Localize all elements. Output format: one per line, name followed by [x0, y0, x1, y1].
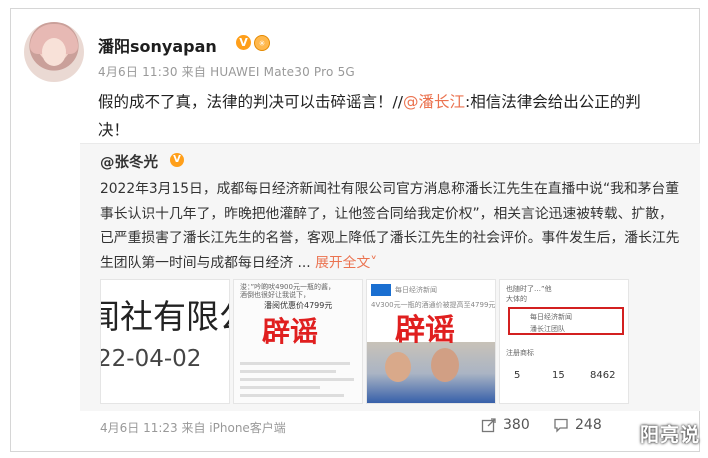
comment-button[interactable]: 248 — [553, 417, 602, 433]
image-thumbnail[interactable]: 每日经济新闻 4V300元一瓶的酒通价被提高至4799元】 辟谣 — [366, 279, 496, 404]
comment-icon — [554, 418, 568, 433]
repost-body: 2022年3月15日，成都每日经济新闻社有限公司官方消息称潘长江先生在直播中说“… — [100, 181, 680, 271]
debunk-stamp: 辟谣 — [262, 315, 319, 348]
user-avatar[interactable] — [24, 22, 84, 82]
thumbnail-caption: 每日经济新闻 — [395, 286, 437, 294]
mention-link[interactable]: @潘长江 — [403, 93, 465, 111]
image-thumbnail[interactable]: 也随时了…”他 大体的 每日经济新闻 潘长江团队 注册商标 5 15 8462 — [499, 279, 629, 404]
avatar-face — [42, 38, 66, 66]
expand-full-text-link[interactable]: 展开全文˅ — [315, 255, 377, 271]
text-line — [240, 378, 354, 381]
thumbnail-date: 22-04-02 — [100, 346, 202, 372]
expand-label: 展开全文 — [315, 254, 371, 271]
verified-icon: V — [236, 35, 251, 50]
reposted-content: @张冬光 V 2022年3月15日，成都每日经济新闻社有限公司官方消息称潘长江先… — [80, 143, 700, 411]
post-text-tail: :相信法律会给出公正的判 — [464, 93, 641, 111]
post-content: 假的成不了真，法律的判决可以击碎谣言！//@潘长江:相信法律会给出公正的判 决！ — [98, 88, 693, 144]
verified-icon: V — [170, 153, 184, 167]
person-figure — [431, 348, 459, 382]
thumbnail-caption: 注册商标 — [506, 349, 534, 357]
repost-text: 2022年3月15日，成都每日经济新闻社有限公司官方消息称潘长江先生在直播中说“… — [100, 177, 686, 275]
thumbnail-number: 15 — [552, 370, 565, 381]
repost-button[interactable]: 380 — [481, 417, 530, 433]
text-line — [240, 370, 336, 373]
comment-count: 248 — [575, 417, 602, 433]
text-line — [240, 362, 350, 365]
chevron-down-icon: ˅ — [370, 254, 378, 271]
thumbnail-caption: 每日经济新闻 — [530, 313, 572, 321]
debunk-stamp: 辟谣 — [395, 313, 455, 348]
post-meta: 4月6日 11:30 来自 HUAWEI Mate30 Pro 5G — [98, 65, 355, 79]
news-logo-icon — [371, 284, 391, 296]
thumbnail-caption: 大体的 — [506, 295, 527, 303]
thumbnail-number: 8462 — [590, 370, 616, 381]
repost-author-link[interactable]: @张冬光 — [100, 151, 158, 172]
image-gallery: 闻社有限公 22-04-02 浚：”吟啲吠4900元一瓶的酱， 酒倒也很好让我说… — [100, 279, 660, 404]
image-thumbnail[interactable]: 浚：”吟啲吠4900元一瓶的酱， 酒倒也很好让我说下， 潘阅优惠价4799元 辟… — [233, 279, 363, 404]
watermark-text: 阳亮说 — [640, 424, 701, 446]
thumbnail-caption: 也随时了…”他 — [506, 285, 552, 293]
thumbnail-caption: 潘长江团队 — [530, 325, 565, 333]
repost-timestamp: 4月6日 11:23 来自 iPhone客户端 — [100, 421, 286, 435]
repost-count: 380 — [503, 417, 530, 433]
share-icon — [481, 418, 496, 433]
image-thumbnail[interactable]: 闻社有限公 22-04-02 — [100, 279, 230, 404]
post-text-tail-2: 决！ — [98, 121, 130, 139]
thumbnail-caption: 酒倒也很好让我说下， — [240, 291, 310, 299]
person-figure — [385, 352, 411, 382]
thumbnail-text: 闻社有限公 — [101, 297, 229, 336]
text-line — [240, 394, 344, 397]
member-badge-icon: ✳ — [254, 35, 270, 51]
text-line — [240, 386, 320, 389]
thumbnail-number: 5 — [514, 370, 521, 381]
post-text: 假的成不了真，法律的判决可以击碎谣言！// — [98, 93, 403, 111]
username-link[interactable]: 潘阳sonyapan — [98, 33, 217, 57]
